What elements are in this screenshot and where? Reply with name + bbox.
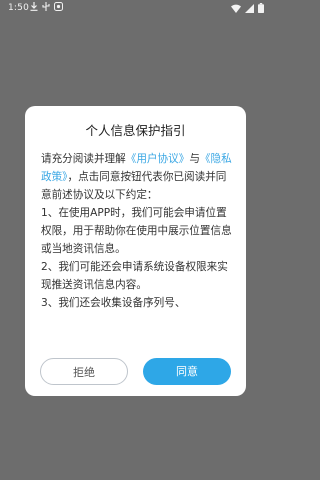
agreement-item: 1、在使用APP时，我们可能会申请位置权限，用于帮助你在使用中展示位置信息或当地… [41,207,232,255]
download-icon [30,2,38,11]
agreement-item: 2、我们可能还会申请系统设备权限来实现推送资讯信息内容。 [41,261,228,291]
wifi-icon [231,4,241,13]
agreement-item: 3、我们还会收集设备序列号、 [41,297,186,309]
reject-button[interactable]: 拒绝 [40,358,128,385]
agree-button[interactable]: 同意 [143,358,231,385]
intro-connector: 与 [189,153,200,165]
user-agreement-link[interactable]: 《用户协议》 [126,153,190,165]
status-bar: 1:50 [0,0,270,16]
dialog-body[interactable]: 请充分阅读并理解《用户协议》与《隐私政策》，点击同意按钮代表你已阅读并同意前述协… [41,150,234,350]
usb-icon [42,2,50,11]
signal-icon [245,3,254,13]
intro-suffix: ，点击同意按钮代表你已阅读并同意前述协议及以下约定： [41,171,227,201]
notification-icon [54,2,63,11]
battery-icon [258,3,264,13]
intro-paragraph: 请充分阅读并理解《用户协议》与《隐私政策》，点击同意按钮代表你已阅读并同意前述协… [41,150,234,204]
intro-prefix: 请充分阅读并理解 [41,153,126,165]
status-right-icons [231,3,264,13]
dialog-title: 个人信息保护指引 [85,123,186,138]
privacy-dialog: 个人信息保护指引 请充分阅读并理解《用户协议》与《隐私政策》，点击同意按钮代表你… [25,106,246,396]
status-time: 1:50 [8,3,30,13]
status-left-icons [30,2,63,11]
